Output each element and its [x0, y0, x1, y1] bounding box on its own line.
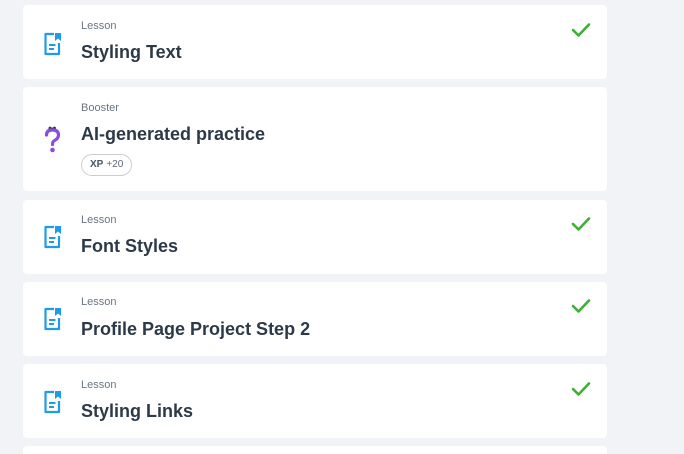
lesson-list: Lesson Styling Text Booster AI-generated…	[0, 0, 684, 454]
checkmark-icon	[571, 216, 591, 232]
lesson-doc-icon	[42, 306, 64, 332]
lesson-doc-icon	[42, 31, 64, 57]
question-mark-icon	[42, 125, 64, 153]
item-type-label: Lesson	[81, 379, 117, 391]
item-type-label: Lesson	[81, 20, 117, 32]
item-title: Styling Links	[81, 401, 194, 421]
lesson-card-font-styles[interactable]: Lesson Font Styles	[23, 200, 607, 274]
checkmark-icon	[571, 22, 591, 38]
booster-card-ai-practice[interactable]: Booster AI-generated practice XP +20	[23, 87, 607, 191]
item-title: Styling Text	[81, 42, 182, 62]
checkmark-icon	[571, 381, 591, 397]
item-title: AI-generated practice	[81, 124, 266, 144]
item-type-label: Booster	[81, 102, 119, 114]
lesson-card-profile-page-step-2[interactable]: Lesson Profile Page Project Step 2	[23, 282, 607, 356]
item-title: Profile Page Project Step 2	[81, 319, 311, 339]
xp-label: XP	[90, 159, 104, 170]
xp-reward-badge: XP +20	[81, 154, 133, 176]
lesson-card-next-partial[interactable]	[23, 446, 607, 454]
checkmark-icon	[571, 298, 591, 314]
item-title: Font Styles	[81, 236, 179, 256]
lesson-doc-icon	[42, 389, 64, 415]
lesson-card-styling-text[interactable]: Lesson Styling Text	[23, 5, 607, 79]
item-type-label: Lesson	[81, 296, 117, 308]
lesson-doc-icon	[42, 224, 64, 250]
lesson-card-styling-links[interactable]: Lesson Styling Links	[23, 364, 607, 438]
item-type-label: Lesson	[81, 214, 117, 226]
xp-value: +20	[106, 159, 124, 170]
